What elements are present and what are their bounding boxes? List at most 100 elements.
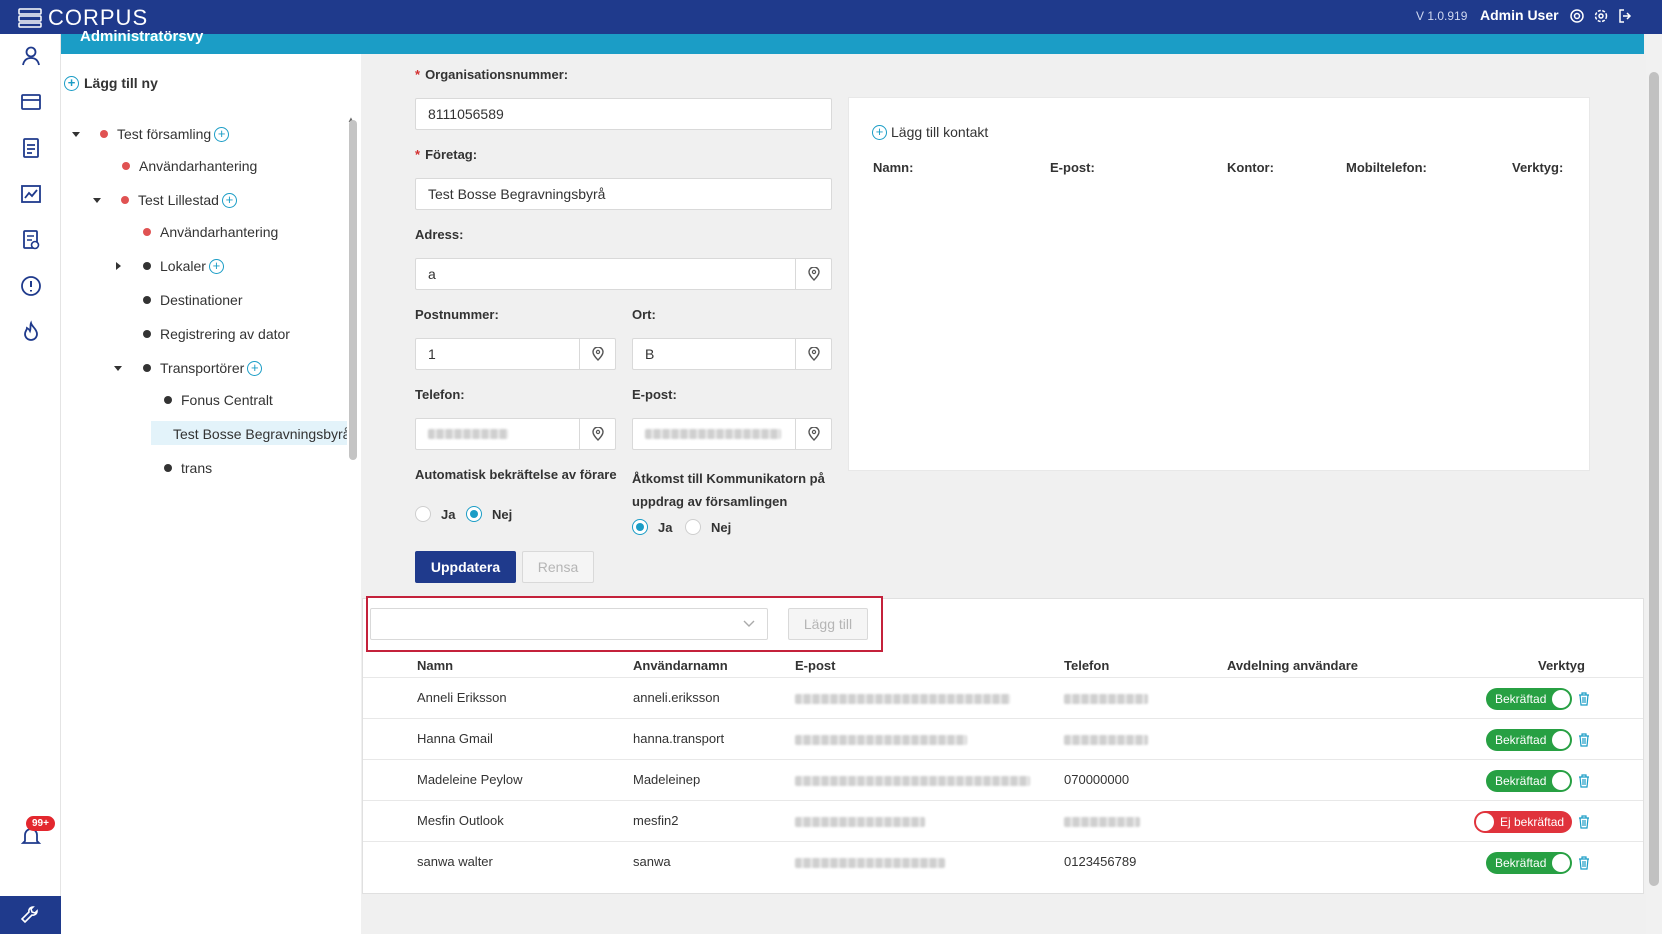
tree-node-label: Registrering av dator [160, 326, 290, 342]
contacts-col-office: Kontor: [1227, 160, 1274, 175]
tree-node-label: Transportörer [160, 360, 245, 376]
add-new-button[interactable]: + Lägg till ny [61, 75, 158, 91]
tree-node-destinationer[interactable]: Destinationer [143, 292, 243, 308]
add-child-icon[interactable]: + [214, 126, 230, 142]
tree-node-label: trans [181, 460, 213, 476]
logout-icon[interactable] [1618, 9, 1632, 23]
status-toggle[interactable]: Ej bekräftad [1474, 811, 1572, 833]
comm-access-label: Åtkomst till Kommunikatorn på uppdrag av… [632, 471, 825, 509]
status-toggle[interactable]: Bekräftad [1486, 852, 1572, 874]
checklist-icon[interactable] [19, 136, 43, 160]
clear-button[interactable]: Rensa [522, 551, 594, 583]
user-name: Anneli Eriksson [417, 690, 507, 705]
trash-icon[interactable] [1578, 733, 1590, 747]
add-child-icon[interactable]: + [221, 192, 237, 208]
postal-label: Postnummer: [415, 307, 499, 322]
tree-node-label: Användarhantering [160, 224, 279, 240]
flame-icon[interactable] [19, 320, 43, 344]
tree-node-registrering-av-dator[interactable]: Registrering av dator [143, 326, 290, 342]
location-pin-icon[interactable] [795, 338, 831, 370]
auto-confirm-no[interactable]: Nej [466, 506, 512, 522]
address-label: Adress: [415, 227, 464, 242]
company-label: * Företag: [415, 147, 478, 162]
users-col-tools: Verktyg [1538, 658, 1585, 673]
radio-button[interactable] [632, 519, 648, 535]
trash-icon[interactable] [1578, 774, 1590, 788]
tree-node-test-lillestad[interactable]: Test Lillestad + [93, 192, 237, 208]
location-pin-icon[interactable] [579, 418, 615, 450]
redacted-email [795, 858, 945, 868]
tree-node-fonus-centralt[interactable]: Fonus Centralt [164, 392, 273, 408]
tree-node-anvandarhantering-2[interactable]: Användarhantering [143, 224, 278, 240]
tree-node-label: Test Lillestad [138, 192, 219, 208]
tree-node-label: Test Bosse Begravningsbyrå [173, 426, 347, 442]
tree-node-anvandarhantering-1[interactable]: Användarhantering [122, 158, 257, 174]
redacted-email [795, 694, 1010, 704]
caret-down-icon[interactable] [114, 365, 122, 371]
auto-confirm-yes[interactable]: Ja [415, 506, 455, 522]
alert-icon[interactable] [19, 274, 43, 298]
report-icon[interactable] [19, 228, 43, 252]
user-select-dropdown[interactable] [370, 608, 768, 640]
help-lifebuoy-icon[interactable] [1570, 9, 1584, 23]
add-new-label: Lägg till ny [84, 75, 158, 91]
settings-gear-icon[interactable] [1594, 9, 1608, 23]
location-pin-icon[interactable] [795, 258, 831, 290]
tree-node-lokaler[interactable]: Lokaler + [116, 258, 224, 274]
phone-input[interactable] [415, 418, 616, 450]
radio-button[interactable] [415, 506, 431, 522]
address-input[interactable]: a [415, 258, 832, 290]
comm-access-yes[interactable]: Ja [632, 519, 672, 535]
line-chart-icon[interactable] [19, 182, 43, 206]
trash-icon[interactable] [1578, 815, 1590, 829]
radio-button[interactable] [466, 506, 482, 522]
company-input[interactable]: Test Bosse Begravningsbyrå [415, 178, 832, 210]
status-dot [143, 330, 151, 338]
caret-down-icon[interactable] [72, 131, 80, 137]
trash-icon[interactable] [1578, 856, 1590, 870]
status-dot [121, 196, 129, 204]
redacted-email [645, 429, 781, 439]
org-number-input[interactable]: 8111056589 [415, 98, 832, 130]
add-child-icon[interactable]: + [247, 360, 263, 376]
tree-scrollbar[interactable] [349, 120, 357, 460]
comm-access-no[interactable]: Nej [685, 519, 731, 535]
admin-tools-tab[interactable] [0, 896, 61, 934]
tree-node-test-bosse[interactable]: Test Bosse Begravningsbyrå [164, 426, 347, 442]
user-icon[interactable] [19, 44, 43, 68]
radio-button[interactable] [685, 519, 701, 535]
org-number-label: * Organisationsnummer: [415, 67, 569, 82]
status-toggle[interactable]: Bekräftad [1486, 729, 1572, 751]
side-rail [0, 34, 61, 934]
status-toggle[interactable]: Bekräftad [1486, 770, 1572, 792]
status-toggle[interactable]: Bekräftad [1486, 688, 1572, 710]
trash-icon[interactable] [1578, 692, 1590, 706]
tree-node-test-forsamling[interactable]: Test församling + [72, 126, 230, 142]
update-button[interactable]: Uppdatera [415, 551, 516, 583]
caret-right-icon[interactable] [116, 262, 121, 270]
redacted-email [795, 735, 967, 745]
user-name: Hanna Gmail [417, 731, 493, 746]
add-contact-button[interactable]: + Lägg till kontakt [872, 124, 988, 140]
user-name: Mesfin Outlook [417, 813, 504, 828]
users-col-username: Användarnamn [633, 658, 728, 673]
page-scrollbar-thumb[interactable] [1649, 72, 1659, 886]
tree-node-trans[interactable]: trans [164, 460, 212, 476]
tree-node-label: Destinationer [160, 292, 243, 308]
user-phone: 070000000 [1064, 772, 1130, 787]
tree-node-transportorer[interactable]: Transportörer + [114, 360, 263, 376]
card-icon[interactable] [19, 90, 43, 114]
postal-input[interactable]: 1 [415, 338, 616, 370]
status-dot [143, 364, 151, 372]
city-input[interactable]: B [632, 338, 832, 370]
add-child-icon[interactable]: + [208, 258, 224, 274]
location-pin-icon[interactable] [795, 418, 831, 450]
tree-node-label: Fonus Centralt [181, 392, 273, 408]
caret-down-icon[interactable] [93, 197, 101, 203]
user-username: sanwa [633, 854, 671, 869]
email-input[interactable] [632, 418, 832, 450]
location-pin-icon[interactable] [579, 338, 615, 370]
current-user[interactable]: Admin User [1480, 7, 1559, 23]
tree-node-label: Användarhantering [139, 158, 258, 174]
add-user-button[interactable]: Lägg till [788, 608, 868, 640]
